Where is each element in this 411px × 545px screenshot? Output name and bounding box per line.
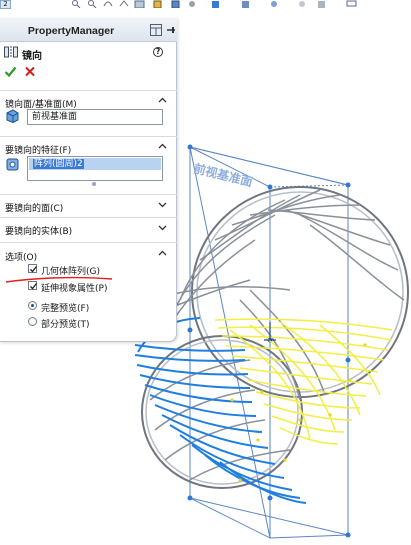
options-group-header[interactable]: 选项(O) — [0, 245, 177, 263]
mirror-plane-group-header[interactable]: 镜向面/基准面(M) — [0, 92, 177, 110]
lights-icon[interactable] — [268, 0, 280, 8]
faces-to-mirror-group-header[interactable]: 要镜向的面(C) — [0, 196, 177, 214]
feature-title: 镜向 — [22, 51, 42, 62]
section-view-icon[interactable] — [134, 0, 146, 8]
faces-to-mirror-group-title: 要镜向的面(C) — [5, 204, 64, 214]
divider — [0, 242, 177, 243]
check-icon — [30, 266, 38, 273]
plane-label: 前视基准面 — [192, 160, 254, 189]
help-icon[interactable]: ? — [153, 47, 163, 57]
divider — [0, 217, 177, 218]
mirror-feature-icon — [4, 46, 18, 58]
divider — [0, 90, 177, 91]
partial-preview-label: 部分预览(T) — [41, 320, 90, 330]
display-style-icon[interactable] — [170, 0, 182, 8]
geometry-pattern-checkbox[interactable] — [28, 264, 38, 273]
chevron-up-icon[interactable] — [158, 142, 167, 151]
list-resize-handle[interactable] — [92, 182, 96, 186]
features-to-mirror-list[interactable]: 阵列(圆周)2 — [27, 156, 163, 181]
radio-selected-dot — [31, 304, 34, 307]
scene-icon[interactable] — [240, 0, 252, 8]
features-to-mirror-group-header[interactable]: 要镜向的特征(F) — [0, 138, 177, 156]
bodies-to-mirror-group-title: 要镜向的实体(B) — [5, 227, 73, 237]
ok-check-button[interactable] — [4, 65, 17, 78]
chevron-down-icon[interactable] — [158, 223, 167, 232]
annotation-underline — [5, 276, 113, 283]
pan-icon[interactable] — [118, 0, 130, 8]
features-to-mirror-group-title: 要镜向的特征(F) — [5, 146, 72, 156]
options-group-title: 选项(O) — [5, 253, 38, 263]
rotate-icon[interactable] — [102, 0, 114, 8]
view-orientation-icon[interactable] — [152, 0, 164, 8]
divider — [0, 136, 177, 137]
shadows-icon[interactable] — [316, 0, 328, 8]
chevron-down-icon[interactable] — [158, 200, 167, 209]
view-toolbar: 2 — [0, 0, 411, 9]
chevron-up-icon[interactable] — [158, 96, 167, 105]
feature-select-icon — [6, 158, 19, 171]
divider — [0, 194, 177, 195]
list-item[interactable]: 阵列(圆周)2 — [29, 158, 161, 170]
full-preview-radio[interactable] — [28, 301, 37, 310]
feature-title-row: 镜向 ? — [0, 42, 177, 62]
monitor-icon[interactable] — [346, 0, 358, 8]
mirror-plane-field[interactable]: 前视基准面 — [27, 109, 163, 125]
cancel-x-button[interactable] — [24, 65, 36, 78]
partial-preview-radio[interactable] — [28, 317, 37, 326]
document-tab[interactable]: 2 — [0, 0, 11, 9]
property-manager: PropertyManager 镜向 ? 镜向面/基准面(M) 前视基准面 要镜… — [0, 18, 177, 342]
edit-appearance-icon[interactable] — [210, 0, 222, 8]
selected-pattern-preview — [134, 317, 307, 504]
bodies-to-mirror-group-header[interactable]: 要镜向的实体(B) — [0, 219, 177, 237]
zoom-icon[interactable] — [86, 0, 98, 8]
pm-header: PropertyManager — [0, 18, 177, 42]
pin-icon[interactable] — [166, 24, 176, 36]
chevron-up-icon[interactable] — [158, 249, 167, 258]
list-item-label: 阵列(圆周)2 — [33, 159, 84, 169]
hide-show-icon[interactable] — [186, 0, 198, 8]
pm-layout-icon[interactable] — [150, 24, 162, 36]
realview-icon[interactable] — [296, 0, 308, 8]
search-icon[interactable] — [70, 0, 82, 8]
pm-header-title: PropertyManager — [27, 25, 115, 37]
full-preview-label: 完整预览(F) — [41, 304, 90, 314]
plane-select-icon — [6, 109, 19, 123]
